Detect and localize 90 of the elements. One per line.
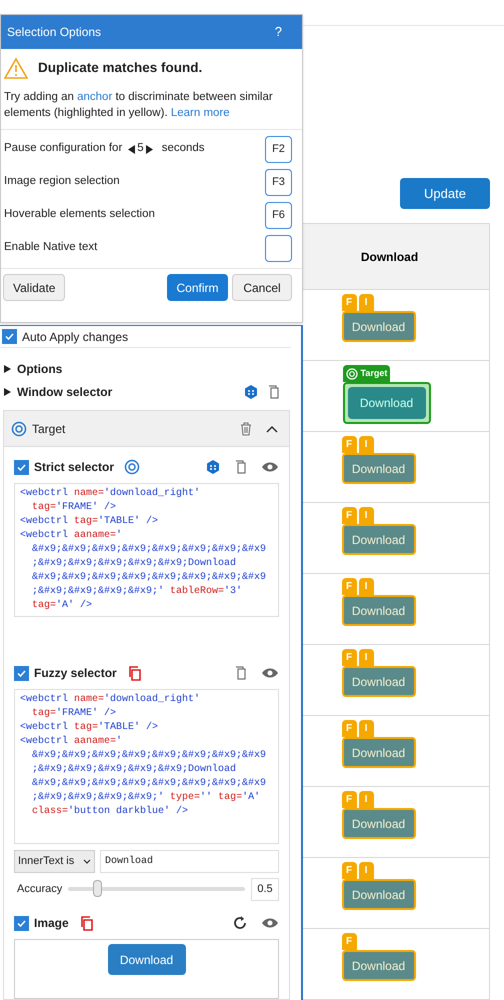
link[interactable]: anchor xyxy=(77,91,112,103)
slider-label: Accuracy xyxy=(17,882,62,897)
download-button[interactable]: Download xyxy=(348,387,426,419)
match-badge: F xyxy=(342,862,356,879)
slider-thumb[interactable] xyxy=(92,880,102,897)
dialog-button[interactable]: Validate xyxy=(3,274,66,301)
hotkey-field[interactable] xyxy=(265,234,292,262)
checkbox[interactable] xyxy=(2,329,17,344)
checkbox-label: Auto Apply changes xyxy=(22,328,128,346)
checkmark-icon xyxy=(16,668,27,678)
target-icon xyxy=(124,459,140,475)
download-button[interactable]: Download xyxy=(342,879,416,910)
match-badge: I xyxy=(358,862,374,879)
match-badge: I xyxy=(358,294,374,311)
match-badge: I xyxy=(358,720,374,737)
copy-icon xyxy=(126,664,143,682)
pause-value: 5 xyxy=(137,141,144,156)
hotkey-field[interactable]: F2 xyxy=(265,136,292,162)
match-badge: I xyxy=(358,649,374,666)
chevron-up-icon xyxy=(266,424,278,432)
checkmark-icon xyxy=(16,918,27,928)
target-icon xyxy=(11,420,27,436)
option-label: Pause configuration for xyxy=(4,141,122,156)
section-toggle[interactable]: Window selector xyxy=(4,382,112,400)
copy-icon xyxy=(267,384,281,400)
option-label: Enable Native text xyxy=(4,240,98,256)
checkbox[interactable] xyxy=(14,460,29,474)
match-badge: F xyxy=(342,720,356,737)
download-button[interactable]: Download xyxy=(342,666,416,697)
match-badge: I xyxy=(358,507,374,524)
copy-icon xyxy=(234,459,248,475)
hexagon-icon xyxy=(243,384,259,400)
dialog-button[interactable]: Cancel xyxy=(232,274,292,301)
download-button[interactable]: Download xyxy=(342,595,416,626)
code-editor[interactable]: <webctrl name='download_right' tag='FRAME' /> <webctrl tag='TABLE' /> <webctrl aaname=' &#x9;&#x9;&#x9;&#x9;&#x9;&#x9;&#x9;&#x9 ;&#x9;&#x9;&#x9;&#x9;&#x9;Download &#x9;&#x9;&#x9;&#x9;&#x9;&#x9;&#x9;&#x9 ;&#x9;&#x9;&#x9;&#x9;' type='' tag='A' class='button darkblue' /> xyxy=(14,689,279,844)
option-label: Hoverable elements selection xyxy=(4,207,155,222)
checkmark-icon xyxy=(16,462,27,472)
match-badge: F xyxy=(342,649,356,666)
download-button[interactable]: Download xyxy=(342,311,416,342)
trash-icon xyxy=(240,422,252,436)
checkmark-icon xyxy=(4,331,15,342)
card-title: Target xyxy=(32,420,66,438)
match-badge: F xyxy=(342,933,356,950)
checkbox-label: Fuzzy selector xyxy=(34,665,117,682)
hexagon-icon xyxy=(205,459,221,475)
copy-icon xyxy=(78,914,95,932)
code-editor[interactable]: <webctrl name='download_right' tag='FRAME' /> <webctrl tag='TABLE' /> <webctrl aaname=' &#x9;&#x9;&#x9;&#x9;&#x9;&#x9;&#x9;&#x9 ;&#x9;&#x9;&#x9;&#x9;&#x9;Download &#x9;&#x9;&#x9;&#x9;&#x9;&#x9;&#x9;&#x9 ;&#x9;&#x9;&#x9;&#x9;' tableRow='3' tag='A' /> xyxy=(14,483,279,617)
accuracy-field[interactable]: 0.5 xyxy=(251,878,279,900)
value-field[interactable]: Download xyxy=(100,850,279,873)
match-badge: I xyxy=(358,436,374,453)
link[interactable]: Learn more xyxy=(170,107,230,119)
download-button[interactable]: Download xyxy=(342,808,416,839)
help-button[interactable]: ? xyxy=(274,22,296,42)
download-button[interactable]: Download xyxy=(342,950,416,981)
hotkey-field[interactable]: F6 xyxy=(265,202,292,228)
window-title: Selection Options xyxy=(7,24,102,41)
match-badge: I xyxy=(358,578,374,595)
section-toggle[interactable]: Options xyxy=(4,360,62,378)
dialog-button[interactable]: Confirm xyxy=(167,274,228,301)
chevron-down-icon xyxy=(83,859,91,864)
option-label: seconds xyxy=(162,141,205,156)
download-button[interactable]: Download xyxy=(342,737,416,768)
collapsed-caret-icon xyxy=(4,364,11,372)
copy-icon xyxy=(234,665,248,681)
match-badge: F xyxy=(342,436,356,453)
update-button[interactable]: Update xyxy=(400,178,490,210)
checkbox[interactable] xyxy=(14,666,29,680)
decrease-arrow-icon xyxy=(128,144,136,154)
property-dropdown[interactable]: InnerText is xyxy=(14,850,95,873)
hotkey-field[interactable]: F3 xyxy=(265,168,292,196)
match-badge: F xyxy=(342,507,356,524)
option-label: Image region selection xyxy=(4,174,120,190)
match-badge: F xyxy=(342,578,356,595)
target-icon xyxy=(346,368,358,380)
badge-label: Target xyxy=(360,366,388,380)
download-button[interactable]: Download xyxy=(342,453,416,484)
download-button[interactable]: Download xyxy=(342,524,416,555)
match-badge: I xyxy=(358,791,374,808)
warning-icon xyxy=(4,57,28,79)
checkbox-label: Strict selector xyxy=(34,459,114,476)
warning-message: Try adding an anchor to discriminate between similar elements (highlighted in yellow). Learn more xyxy=(1,89,302,130)
collapsed-caret-icon xyxy=(4,388,11,396)
checkbox[interactable] xyxy=(14,916,29,930)
match-badge: F xyxy=(342,791,356,808)
match-badge: F xyxy=(342,294,356,311)
download-button-image: Download xyxy=(108,944,186,975)
refresh-icon xyxy=(232,915,248,931)
warning-heading: Duplicate matches found. xyxy=(38,58,202,77)
checkbox-label: Image xyxy=(34,915,69,932)
increase-arrow-icon xyxy=(146,144,153,154)
